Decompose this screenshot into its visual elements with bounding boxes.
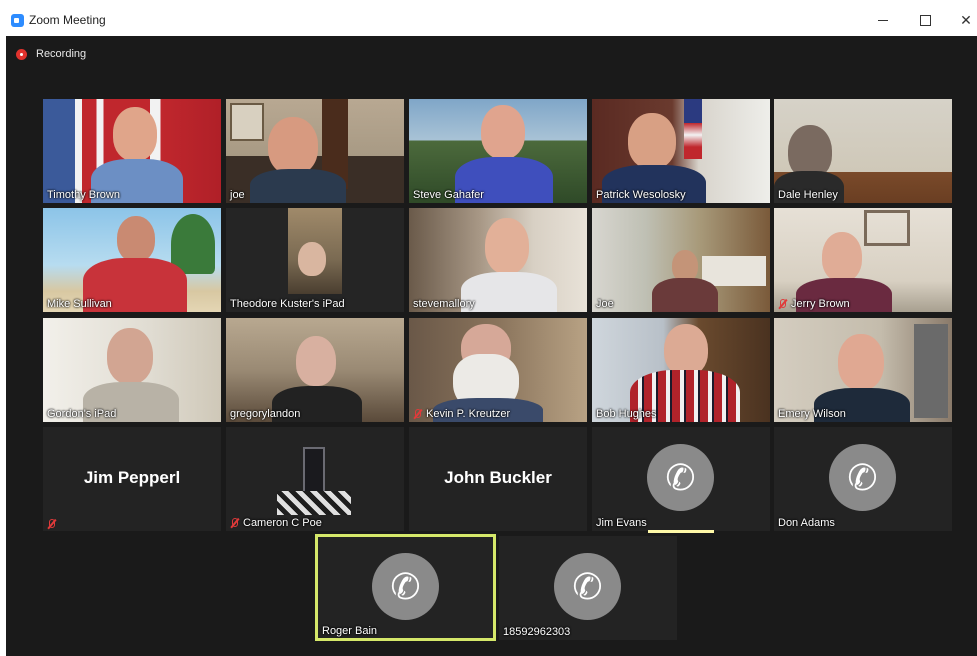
participant-name: gregorylandon: [230, 408, 301, 420]
close-button[interactable]: ✕: [952, 9, 977, 31]
participant-name: Patrick Wesolosky: [596, 189, 686, 201]
phone-icon: ✆: [554, 553, 621, 620]
participant-name: Jim Evans: [596, 517, 647, 529]
participant-tile[interactable]: Mike Sullivan: [43, 208, 221, 312]
profile-picture: [277, 439, 351, 515]
title-bar: Zoom Meeting ✕: [0, 0, 977, 36]
participant-display-name: John Buckler: [444, 468, 552, 487]
participant-name: Dale Henley: [778, 189, 838, 201]
participant-name: [47, 519, 60, 529]
participant-tile[interactable]: ✆ Jim Evans: [592, 427, 770, 533]
participant-display-name: Jim Pepperl: [83, 468, 181, 487]
participant-name: Bob Hughes: [596, 408, 657, 420]
participant-name: Don Adams: [778, 517, 835, 529]
maximize-button[interactable]: [911, 9, 939, 31]
participant-name: Joe: [596, 298, 614, 310]
participant-tile[interactable]: ✆ 18592962303: [499, 536, 677, 640]
phone-icon: ✆: [647, 444, 714, 511]
participant-name: Jerry Brown: [778, 298, 850, 310]
participant-tile[interactable]: Cameron C Poe: [226, 427, 404, 531]
participant-name: joe: [230, 189, 245, 201]
participant-tile[interactable]: Bob Hughes: [592, 318, 770, 422]
participant-tile[interactable]: Timothy Brown: [43, 99, 221, 203]
participant-name: stevemallory: [413, 298, 475, 310]
participant-name-text: Kevin P. Kreutzer: [426, 408, 511, 420]
participant-name-text: Jerry Brown: [791, 298, 850, 310]
recording-label: Recording: [36, 48, 87, 60]
participant-name: Gordon's iPad: [47, 408, 117, 420]
participant-tile[interactable]: Patrick Wesolosky: [592, 99, 770, 203]
participant-tile-active-speaker[interactable]: ✆ Roger Bain: [315, 534, 496, 641]
phone-icon: ✆: [829, 444, 896, 511]
participant-tile[interactable]: Joe: [592, 208, 770, 312]
phone-icon: ✆: [372, 553, 439, 620]
participant-name: Cameron C Poe: [230, 517, 322, 529]
participant-name: Roger Bain: [322, 625, 378, 637]
recording-indicator[interactable]: Recording: [16, 48, 86, 60]
minimize-icon: [878, 19, 888, 21]
participant-tile[interactable]: joe: [226, 99, 404, 203]
participant-tile[interactable]: Jerry Brown: [774, 208, 952, 312]
muted-mic-icon: [47, 519, 56, 529]
participant-tile[interactable]: ✆ Don Adams: [774, 427, 952, 531]
participant-tile[interactable]: Steve Gahafer: [409, 99, 587, 203]
participant-name-text: Cameron C Poe: [243, 517, 322, 529]
zoom-app-icon: [11, 14, 24, 27]
participant-name: Kevin P. Kreutzer: [413, 408, 510, 420]
muted-mic-icon: [778, 299, 787, 309]
participant-tile[interactable]: John Buckler: [409, 427, 587, 531]
participant-name: Emery Wilson: [778, 408, 846, 420]
participant-tile[interactable]: Emery Wilson: [774, 318, 952, 422]
recording-icon: [16, 48, 27, 60]
participant-name: Steve Gahafer: [413, 189, 484, 201]
participant-tile[interactable]: stevemallory: [409, 208, 587, 312]
close-icon: ✕: [960, 11, 972, 28]
participant-tile[interactable]: Gordon's iPad: [43, 318, 221, 422]
participant-tile[interactable]: Theodore Kuster's iPad: [226, 208, 404, 312]
participant-name: Theodore Kuster's iPad: [230, 298, 345, 310]
audio-level-bar: [648, 530, 714, 533]
participant-name: 18592962303: [503, 626, 571, 638]
maximize-icon: [919, 14, 931, 26]
participant-tile[interactable]: Jim Pepperl: [43, 427, 221, 531]
participant-tile[interactable]: Kevin P. Kreutzer: [409, 318, 587, 422]
minimize-button[interactable]: [869, 9, 897, 31]
window-title: Zoom Meeting: [29, 13, 106, 27]
participant-tile[interactable]: gregorylandon: [226, 318, 404, 422]
meeting-area: Recording Timothy Brown joe Steve Gahafe…: [6, 36, 977, 656]
participant-name: Timothy Brown: [47, 189, 120, 201]
muted-mic-icon: [230, 518, 239, 528]
participant-name: Mike Sullivan: [47, 298, 112, 310]
participant-tile[interactable]: Dale Henley: [774, 99, 952, 203]
muted-mic-icon: [413, 409, 422, 419]
